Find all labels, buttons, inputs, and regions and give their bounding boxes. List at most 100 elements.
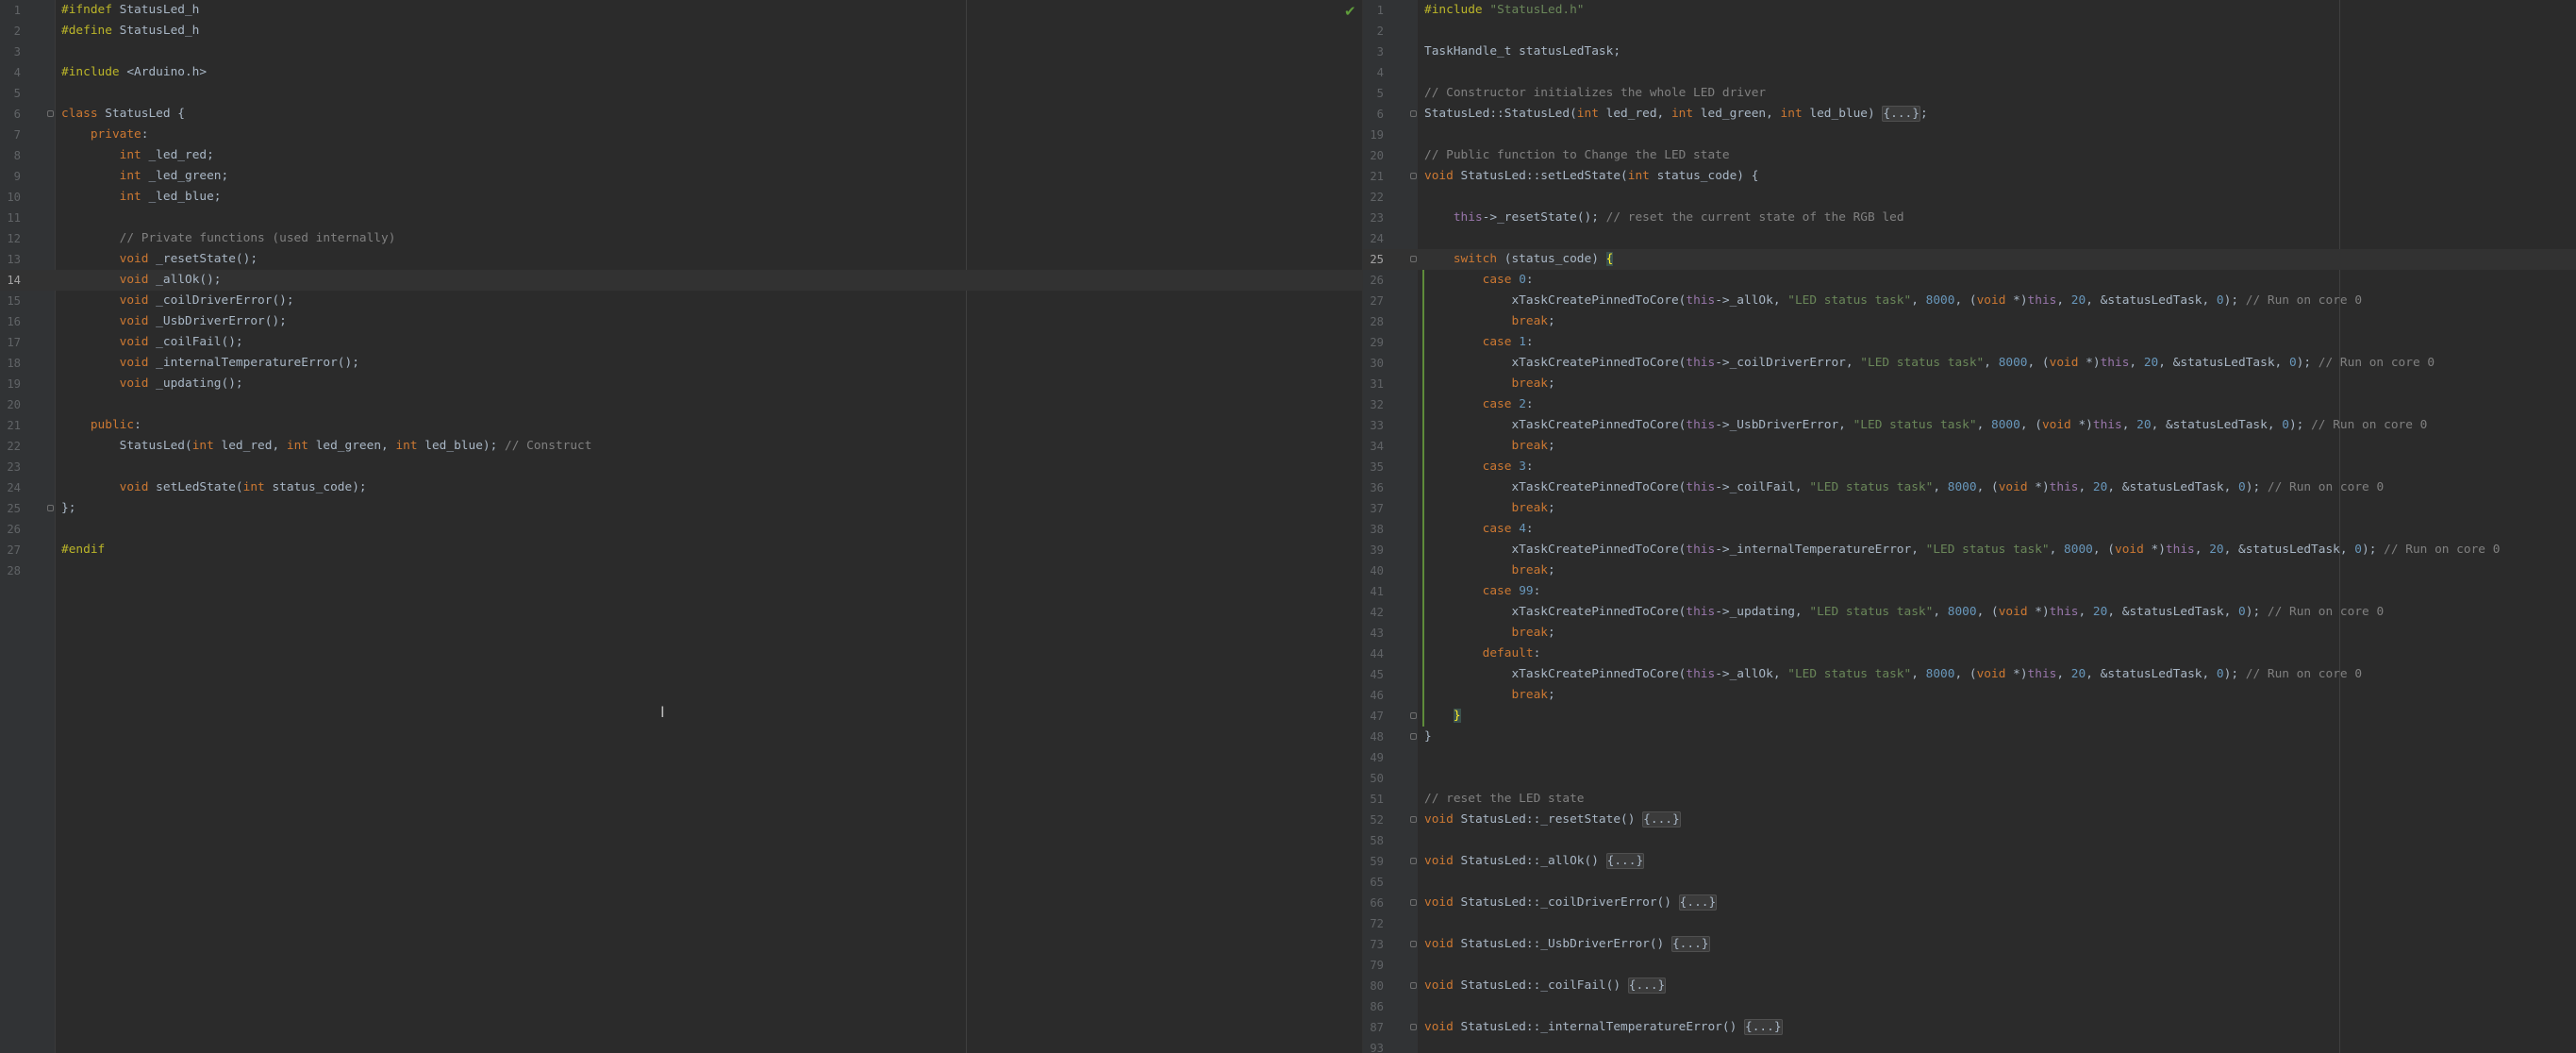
- code-line[interactable]: 43 break;: [1363, 623, 2576, 644]
- folded-block-placeholder[interactable]: {...}: [1882, 106, 1920, 122]
- code-line[interactable]: 19: [1363, 125, 2576, 145]
- code-line[interactable]: 20: [0, 394, 1362, 415]
- code-line[interactable]: 2: [1363, 21, 2576, 42]
- code-line[interactable]: 11: [0, 208, 1362, 228]
- code-line[interactable]: 4: [1363, 62, 2576, 83]
- code-line[interactable]: 15 void _coilDriverError();: [0, 291, 1362, 311]
- code-line[interactable]: 26 case 0:: [1363, 270, 2576, 291]
- code-line[interactable]: 18 void _internalTemperatureError();: [0, 353, 1362, 374]
- code-line[interactable]: 27 #endif: [0, 540, 1362, 560]
- folded-block-placeholder[interactable]: {...}: [1678, 894, 1718, 911]
- fold-toggle-icon[interactable]: [47, 110, 54, 117]
- code-line[interactable]: 25 switch (status_code) {: [1363, 249, 2576, 270]
- code-line[interactable]: 23 this->_resetState(); // reset the cur…: [1363, 208, 2576, 228]
- code-line[interactable]: 50: [1363, 768, 2576, 789]
- code-line[interactable]: 13 void _resetState();: [0, 249, 1362, 270]
- code-line[interactable]: 34 break;: [1363, 436, 2576, 457]
- code-line[interactable]: 4 #include <Arduino.h>: [0, 62, 1362, 83]
- fold-toggle-icon[interactable]: [1410, 982, 1417, 989]
- code-line[interactable]: 27 xTaskCreatePinnedToCore(this->_allOk,…: [1363, 291, 2576, 311]
- code-line[interactable]: 2 #define StatusLed_h: [0, 21, 1362, 42]
- right-editor-pane[interactable]: 1 #include "StatusLed.h" 2 3 TaskHandle_t st…: [1363, 0, 2576, 1053]
- left-code-area[interactable]: 1 #ifndef StatusLed_h 2 #define StatusLed_h…: [0, 0, 1362, 581]
- code-line[interactable]: 24 void setLedState(int status_code);: [0, 477, 1362, 498]
- code-line[interactable]: 23: [0, 457, 1362, 477]
- fold-toggle-icon[interactable]: [1410, 1024, 1417, 1030]
- code-line[interactable]: 14 void _allOk();: [0, 270, 1362, 291]
- code-line[interactable]: 28 break;: [1363, 311, 2576, 332]
- code-line[interactable]: 8 int _led_red;: [0, 145, 1362, 166]
- code-line[interactable]: 40 break;: [1363, 560, 2576, 581]
- code-line[interactable]: 87 void StatusLed::_internalTemperatureEr…: [1363, 1017, 2576, 1038]
- folded-block-placeholder[interactable]: {...}: [1744, 1019, 1783, 1035]
- code-line[interactable]: 52 void StatusLed::_resetState() {...}: [1363, 810, 2576, 830]
- code-line[interactable]: 3 TaskHandle_t statusLedTask;: [1363, 42, 2576, 62]
- fold-toggle-icon[interactable]: [1410, 899, 1417, 906]
- code-line[interactable]: 12 // Private functions (used internally…: [0, 228, 1362, 249]
- right-code-area[interactable]: 1 #include "StatusLed.h" 2 3 TaskHandle_t st…: [1363, 0, 2576, 1053]
- code-line[interactable]: 36 xTaskCreatePinnedToCore(this->_coilFa…: [1363, 477, 2576, 498]
- code-line[interactable]: 58: [1363, 830, 2576, 851]
- code-line[interactable]: 17 void _coilFail();: [0, 332, 1362, 353]
- code-line[interactable]: 66 void StatusLed::_coilDriverError() {..…: [1363, 893, 2576, 913]
- code-line[interactable]: 28: [0, 560, 1362, 581]
- code-line[interactable]: 48}: [1363, 727, 2576, 747]
- code-line[interactable]: 16 void _UsbDriverError();: [0, 311, 1362, 332]
- code-line[interactable]: 3: [0, 42, 1362, 62]
- code-line[interactable]: 45 xTaskCreatePinnedToCore(this->_allOk,…: [1363, 664, 2576, 685]
- code-line[interactable]: 6 class StatusLed {: [0, 104, 1362, 125]
- folded-block-placeholder[interactable]: {...}: [1670, 936, 1710, 952]
- folded-block-placeholder[interactable]: {...}: [1605, 853, 1645, 869]
- code-line[interactable]: 21 public:: [0, 415, 1362, 436]
- fold-toggle-icon[interactable]: [1410, 110, 1417, 117]
- code-line[interactable]: 73 void StatusLed::_UsbDriverError() {...…: [1363, 934, 2576, 955]
- code-line[interactable]: 47 }: [1363, 706, 2576, 727]
- code-line[interactable]: 26: [0, 519, 1362, 540]
- code-line[interactable]: 31 break;: [1363, 374, 2576, 394]
- code-line[interactable]: 86: [1363, 996, 2576, 1017]
- code-line[interactable]: 30 xTaskCreatePinnedToCore(this->_coilDr…: [1363, 353, 2576, 374]
- code-line[interactable]: 93: [1363, 1038, 2576, 1053]
- code-line[interactable]: 5: [0, 83, 1362, 104]
- fold-toggle-icon[interactable]: [1410, 173, 1417, 179]
- fold-toggle-icon[interactable]: [47, 505, 54, 511]
- code-line[interactable]: 22 StatusLed(int led_red, int led_green,…: [0, 436, 1362, 457]
- fold-toggle-icon[interactable]: [1410, 816, 1417, 823]
- check-icon[interactable]: ✔: [1344, 3, 1356, 20]
- code-line[interactable]: 22: [1363, 187, 2576, 208]
- code-line[interactable]: 6 StatusLed::StatusLed(int led_red, int l…: [1363, 104, 2576, 125]
- fold-toggle-icon[interactable]: [1410, 256, 1417, 262]
- code-line[interactable]: 46 break;: [1363, 685, 2576, 706]
- code-line[interactable]: 39 xTaskCreatePinnedToCore(this->_intern…: [1363, 540, 2576, 560]
- code-line[interactable]: 25};: [0, 498, 1362, 519]
- code-line[interactable]: 32 case 2:: [1363, 394, 2576, 415]
- code-line[interactable]: 72: [1363, 913, 2576, 934]
- code-line[interactable]: 1 #include "StatusLed.h": [1363, 0, 2576, 21]
- fold-toggle-icon[interactable]: [1410, 712, 1417, 719]
- code-line[interactable]: 49: [1363, 747, 2576, 768]
- folded-block-placeholder[interactable]: {...}: [1642, 811, 1681, 827]
- code-line[interactable]: 65: [1363, 872, 2576, 893]
- code-line[interactable]: 7 private:: [0, 125, 1362, 145]
- code-line[interactable]: 5 // Constructor initializes the whole LE…: [1363, 83, 2576, 104]
- code-line[interactable]: 35 case 3:: [1363, 457, 2576, 477]
- code-line[interactable]: 21 void StatusLed::setLedState(int status…: [1363, 166, 2576, 187]
- code-line[interactable]: 79: [1363, 955, 2576, 976]
- folded-block-placeholder[interactable]: {...}: [1627, 978, 1667, 994]
- code-line[interactable]: 51 // reset the LED state: [1363, 789, 2576, 810]
- code-line[interactable]: 24: [1363, 228, 2576, 249]
- fold-toggle-icon[interactable]: [1410, 941, 1417, 947]
- code-line[interactable]: 44 default:: [1363, 644, 2576, 664]
- code-line[interactable]: 1 #ifndef StatusLed_h: [0, 0, 1362, 21]
- code-line[interactable]: 20 // Public function to Change the LED s…: [1363, 145, 2576, 166]
- code-line[interactable]: 41 case 99:: [1363, 581, 2576, 602]
- code-line[interactable]: 38 case 4:: [1363, 519, 2576, 540]
- fold-toggle-icon[interactable]: [1410, 733, 1417, 740]
- code-line[interactable]: 42 xTaskCreatePinnedToCore(this->_updati…: [1363, 602, 2576, 623]
- code-line[interactable]: 10 int _led_blue;: [0, 187, 1362, 208]
- code-line[interactable]: 9 int _led_green;: [0, 166, 1362, 187]
- left-editor-pane[interactable]: 1 #ifndef StatusLed_h 2 #define StatusLed_h…: [0, 0, 1362, 1053]
- code-line[interactable]: 80 void StatusLed::_coilFail() {...}: [1363, 976, 2576, 996]
- code-line[interactable]: 19 void _updating();: [0, 374, 1362, 394]
- code-line[interactable]: 29 case 1:: [1363, 332, 2576, 353]
